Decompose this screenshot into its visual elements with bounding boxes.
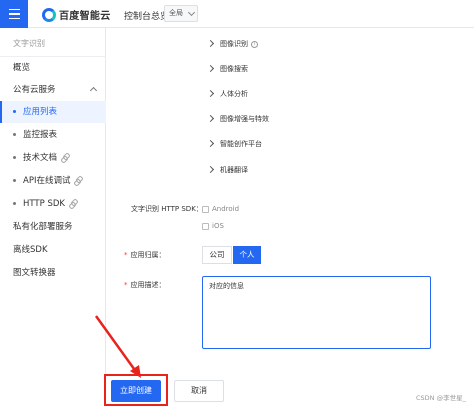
sidebar-item-label: 私有化部署服务 [13, 222, 73, 232]
description-field-label: * 应用描述： [124, 281, 166, 289]
sidebar-item-label: HTTP SDK [23, 199, 65, 209]
checkbox-label: iOS [212, 222, 224, 230]
tree-item-label: 图像搜索 [220, 65, 248, 73]
tree-item-image-search[interactable]: 图像搜索 [206, 62, 248, 76]
tree-item-label: 图像增强与特效 [220, 115, 269, 123]
chevron-right-icon [206, 165, 215, 174]
sidebar-item-label: 技术文档 [23, 153, 58, 163]
sidebar-item-label: 监控报表 [23, 130, 58, 140]
sdk-field-label: 文字识别 HTTP SDK： [131, 205, 203, 213]
chevron-right-icon [206, 39, 215, 48]
sidebar-item-private-deploy[interactable]: 私有化部署服务 [0, 216, 106, 238]
chevron-right-icon [206, 64, 215, 73]
sidebar: 文字识别 概览 公有云服务 应用列表 监控报表 技术文档 API在线调试 HTT… [0, 28, 106, 406]
bullet-icon [13, 133, 16, 136]
owner-field-label: * 应用归属： [124, 251, 166, 259]
chevron-right-icon [206, 89, 215, 98]
checkbox-label: Android [212, 205, 240, 213]
menu-icon[interactable] [0, 0, 28, 28]
tree-item-label: 机器翻译 [220, 166, 248, 174]
sidebar-item-label: 离线SDK [13, 245, 48, 255]
bullet-icon [13, 110, 16, 113]
sidebar-item-image-text-converter[interactable]: 图文转换器 [0, 262, 106, 284]
region-select[interactable]: 全局 [164, 5, 198, 22]
sidebar-item-api-debug[interactable]: API在线调试 [0, 170, 106, 192]
sidebar-item-label: API在线调试 [23, 176, 71, 186]
sidebar-item-app-list[interactable]: 应用列表 [0, 101, 106, 123]
baidu-cloud-logo[interactable]: 百度智能云 [42, 7, 111, 22]
tree-item-label: 智能创作平台 [220, 140, 262, 148]
console-overview-link[interactable]: 控制台总览 [124, 9, 169, 22]
region-select-value: 全局 [169, 9, 183, 17]
owner-company-option[interactable]: 公司 [202, 246, 232, 264]
external-link-icon [74, 177, 81, 184]
sdk-option-android[interactable]: Android [202, 205, 239, 213]
description-textarea[interactable]: 对应的信息 [202, 276, 431, 349]
ios-checkbox[interactable] [202, 222, 209, 230]
bullet-icon [13, 156, 16, 159]
watermark-text: CSDN @李世星_ [416, 394, 466, 402]
sidebar-item-monitor-report[interactable]: 监控报表 [0, 124, 106, 146]
bullet-icon [13, 202, 16, 205]
annotation-highlight-box [104, 374, 168, 406]
chevron-right-icon [206, 139, 215, 148]
sidebar-item-label: 公有云服务 [13, 85, 56, 95]
sidebar-item-label: 图文转换器 [13, 268, 56, 278]
chevron-down-icon [187, 8, 196, 17]
logo-text: 百度智能云 [59, 11, 111, 22]
sidebar-item-tech-docs[interactable]: 技术文档 [0, 147, 106, 169]
sdk-option-ios[interactable]: iOS [202, 222, 224, 230]
sidebar-item-overview[interactable]: 概览 [0, 57, 106, 79]
sidebar-item-label: 概览 [13, 63, 31, 73]
tree-item-label: 人体分析 [220, 90, 248, 98]
chevron-right-icon [206, 114, 215, 123]
external-link-icon [69, 200, 76, 207]
android-checkbox[interactable] [202, 205, 209, 213]
chevron-up-icon [89, 86, 98, 95]
bullet-icon [13, 179, 16, 182]
info-icon[interactable]: i [251, 40, 258, 48]
tree-item-image-recognition[interactable]: 图像识别 i [206, 37, 258, 51]
tree-item-image-enhance[interactable]: 图像增强与特效 [206, 112, 269, 126]
tree-item-creation-platform[interactable]: 智能创作平台 [206, 137, 262, 151]
external-link-icon [61, 154, 68, 161]
cancel-button[interactable]: 取消 [174, 380, 224, 402]
sidebar-item-label: 应用列表 [23, 107, 58, 117]
sidebar-title: 文字识别 [13, 39, 45, 48]
tree-item-label: 图像识别 [220, 40, 248, 48]
sidebar-item-http-sdk[interactable]: HTTP SDK [0, 193, 106, 215]
owner-personal-option[interactable]: 个人 [233, 246, 261, 264]
tree-item-machine-translation[interactable]: 机器翻译 [206, 163, 248, 177]
sidebar-item-public-cloud[interactable]: 公有云服务 [0, 79, 106, 101]
tree-item-body-analysis[interactable]: 人体分析 [206, 87, 248, 101]
sidebar-item-offline-sdk[interactable]: 离线SDK [0, 239, 106, 261]
top-bar: 百度智能云 控制台总览 全局 [0, 0, 474, 28]
logo-mark-icon [42, 7, 56, 22]
main-content: 图像识别 i 图像搜索 人体分析 图像增强与特效 智能创作平台 机器翻译 文字识别… [107, 28, 474, 406]
